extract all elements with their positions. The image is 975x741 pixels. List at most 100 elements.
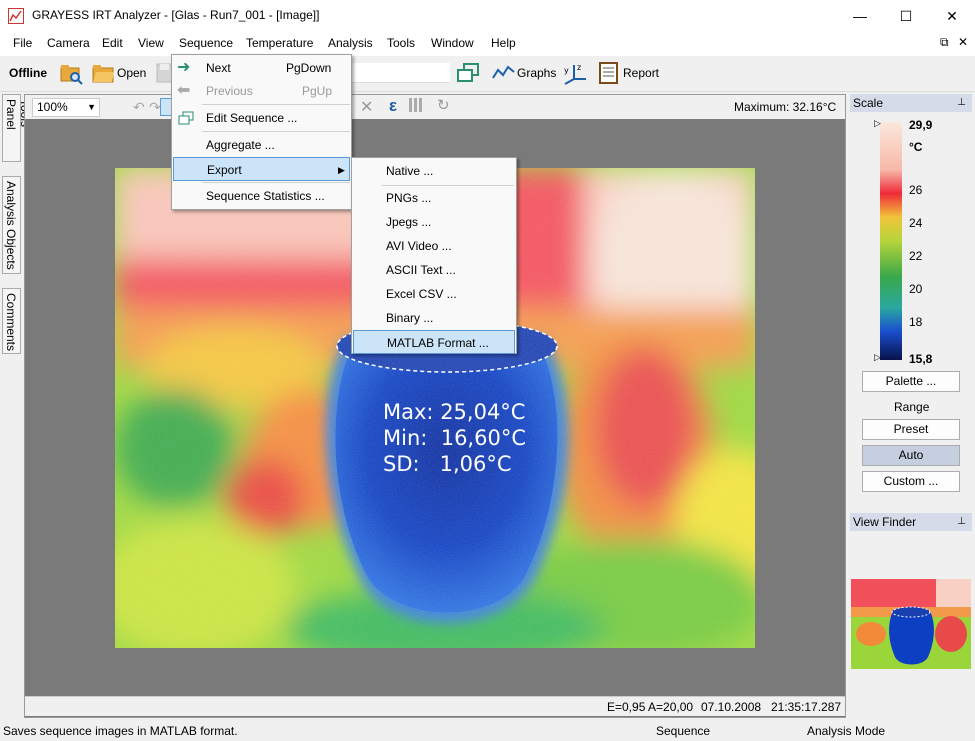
menu-file[interactable]: File [13, 36, 32, 50]
max-value: 25,04°C [440, 400, 526, 424]
menu-camera[interactable]: Camera [47, 36, 90, 50]
menu-item-next-shortcut: PgDown [286, 61, 332, 75]
open-button[interactable]: Open [117, 66, 146, 80]
export-ascii-text[interactable]: ASCII Text ... [352, 258, 516, 282]
zoom-select[interactable]: 100% ▼ [32, 98, 100, 117]
range-label: Range [894, 400, 930, 414]
menu-separator [202, 104, 350, 105]
mdi-close-button[interactable]: ✕ [958, 35, 968, 49]
arrow-right-icon: ➜ [177, 59, 191, 76]
export-pngs[interactable]: PNGs ... [352, 186, 516, 210]
mdi-restore-button[interactable]: ⧉ [940, 35, 949, 50]
export-native[interactable]: Native ... [352, 159, 516, 183]
browse-folder-icon[interactable] [60, 62, 83, 85]
grid-icon[interactable] [409, 98, 423, 112]
viewfinder-thumbnail[interactable] [851, 579, 971, 669]
export-jpegs[interactable]: Jpegs ... [352, 210, 516, 234]
menu-item-sequence-statistics[interactable]: Sequence Statistics ... [172, 184, 351, 208]
edit-sequence-icon [178, 111, 194, 125]
pin-icon[interactable]: ⊥ [957, 513, 966, 531]
submenu-arrow-icon: ▶ [338, 165, 345, 175]
menu-sequence[interactable]: Sequence [179, 36, 233, 50]
export-binary-label: Binary ... [386, 311, 434, 325]
open-folder-icon[interactable] [92, 62, 114, 84]
export-ascii-text-label: ASCII Text ... [386, 263, 456, 277]
close-button[interactable]: ✕ [929, 0, 975, 32]
menu-separator [202, 131, 350, 132]
auto-button[interactable]: Auto [862, 445, 960, 466]
undo-icon[interactable]: ↶ [133, 99, 145, 116]
menu-analysis[interactable]: Analysis [328, 36, 373, 50]
export-matlab-format-label: MATLAB Format ... [387, 336, 489, 350]
window-title: GRAYESS IRT Analyzer - [Glas - Run7_001 … [32, 8, 320, 22]
toolbar: Offline Open Graphs yz Report [0, 56, 975, 92]
scale-unit: °C [909, 140, 923, 154]
status-message: Saves sequence images in MATLAB format. [3, 724, 238, 738]
xyz-axes-icon[interactable]: yz [562, 61, 586, 85]
maximize-button[interactable]: ☐ [883, 0, 929, 32]
image-toolbar: ↶ ↷ ✕ ε ↻ Maximum: 32.16°C [25, 95, 845, 119]
menu-item-previous[interactable]: ⬅ Previous PgUp [172, 79, 351, 103]
scale-tick-26: 26 [909, 183, 923, 197]
custom-button[interactable]: Custom ... [862, 471, 960, 492]
menu-tools[interactable]: Tools [387, 36, 415, 50]
app-icon [8, 8, 24, 24]
title-bar: GRAYESS IRT Analyzer - [Glas - Run7_001 … [0, 0, 975, 32]
export-binary[interactable]: Binary ... [352, 306, 516, 330]
export-matlab-format[interactable]: MATLAB Format ... [353, 330, 515, 354]
palette-bar [880, 122, 902, 360]
export-avi-video[interactable]: AVI Video ... [352, 234, 516, 258]
measurement-sd: SD: 1,06°C [383, 452, 512, 476]
measurement-max: Max: 25,04°C [383, 400, 525, 424]
export-jpegs-label: Jpegs ... [386, 215, 432, 229]
preset-button[interactable]: Preset [862, 419, 960, 440]
menu-item-export[interactable]: Export ▶ [173, 157, 350, 181]
tab-comments[interactable]: Comments [2, 288, 21, 354]
tab-analysis-objects[interactable]: Analysis Objects [2, 176, 21, 274]
minimize-button[interactable]: — [837, 0, 883, 32]
export-excel-csv-label: Excel CSV ... [386, 287, 457, 301]
palette-button[interactable]: Palette ... [862, 371, 960, 392]
rotate-icon[interactable]: ↻ [437, 96, 450, 114]
report-button[interactable]: Report [623, 66, 659, 80]
scale-tick-22: 22 [909, 249, 923, 263]
menu-view[interactable]: View [138, 36, 164, 50]
zoom-value: 100% [37, 100, 68, 114]
tab-tools-panel[interactable]: Tools Panel [2, 94, 32, 162]
min-label: Min: [383, 426, 428, 450]
min-marker-icon: ▷ [874, 352, 881, 362]
delete-tool-icon[interactable]: ✕ [360, 97, 373, 117]
graphs-icon[interactable] [492, 62, 515, 84]
emissivity-readout: E=0,95 A=20,00 [607, 700, 694, 714]
graphs-button[interactable]: Graphs [517, 66, 556, 80]
export-excel-csv[interactable]: Excel CSV ... [352, 282, 516, 306]
sd-label: SD: [383, 452, 420, 476]
status-context: Sequence [656, 724, 711, 738]
status-mode: Analysis Mode [807, 724, 886, 738]
pin-icon[interactable]: ⊥ [957, 94, 966, 112]
windows-icon[interactable] [456, 62, 479, 84]
redo-icon[interactable]: ↷ [149, 99, 161, 116]
emissivity-icon[interactable]: ε [389, 96, 397, 116]
menu-edit[interactable]: Edit [102, 36, 123, 50]
report-icon[interactable] [598, 62, 620, 84]
menu-help[interactable]: Help [491, 36, 516, 50]
viewfinder-header: View Finder ⊥ [850, 513, 972, 531]
menu-item-export-label: Export [207, 163, 242, 177]
menu-temperature[interactable]: Temperature [246, 36, 313, 50]
scale-max: 29,9 [909, 118, 933, 132]
menu-window[interactable]: Window [431, 36, 474, 50]
menu-item-aggregate[interactable]: Aggregate ... [172, 133, 351, 157]
tab-analysis-objects-label: Analysis Objects [4, 181, 18, 270]
menu-item-previous-shortcut: PgUp [302, 84, 333, 98]
menu-item-edit-sequence[interactable]: Edit Sequence ... [172, 106, 351, 130]
menu-item-previous-label: Previous [206, 84, 253, 98]
menu-item-sequence-statistics-label: Sequence Statistics ... [206, 189, 325, 203]
menu-item-next[interactable]: ➜ Next PgDown [172, 56, 351, 80]
svg-text:z: z [577, 63, 581, 72]
max-label: Max: [383, 400, 434, 424]
scale-min: 15,8 [909, 352, 933, 366]
toolbar-input[interactable] [350, 63, 450, 83]
menu-separator [202, 182, 350, 183]
menu-item-edit-sequence-label: Edit Sequence ... [206, 111, 298, 125]
